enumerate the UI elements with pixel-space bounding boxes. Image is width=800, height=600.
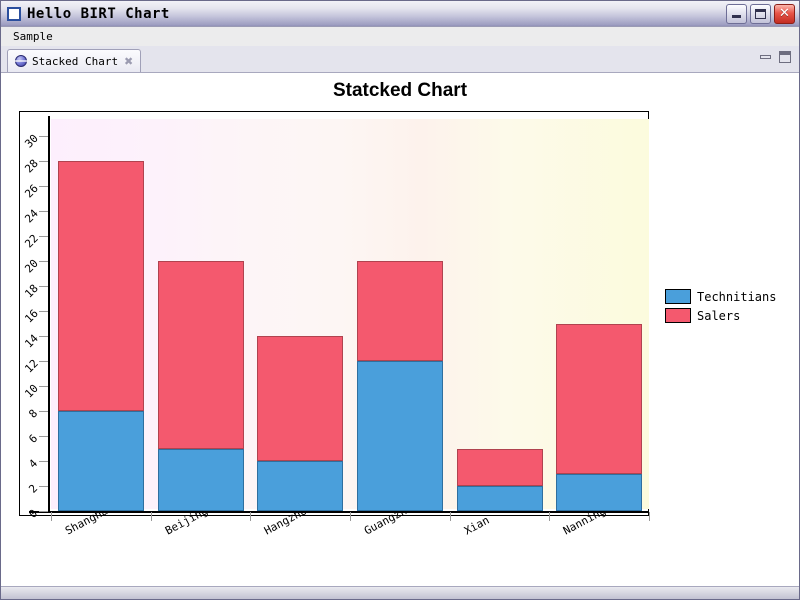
globe-icon — [15, 55, 27, 67]
bar-segment[interactable] — [356, 361, 443, 511]
legend-label: Technitians — [697, 289, 777, 304]
y-axis-tick: 6 — [27, 432, 48, 446]
chart-canvas: Statcked Chart 0 2 4 6 8 10 12 14 16 18 20 22 24 26 28… — [1, 73, 799, 586]
chart-title: Statcked Chart — [332, 80, 468, 101]
legend-color-swatch — [665, 289, 691, 304]
y-axis-tick: 24 — [22, 207, 48, 225]
window-maximize-button[interactable] — [750, 3, 771, 24]
y-axis-tick: 28 — [22, 157, 48, 175]
bar-segment[interactable] — [157, 448, 244, 511]
chart-legend: Technitians Salers — [665, 289, 776, 323]
bar-segment[interactable] — [456, 486, 543, 511]
app-square-icon — [7, 6, 21, 21]
x-axis-line — [29, 511, 649, 513]
legend-label: Salers — [697, 308, 741, 323]
bar-segment[interactable] — [257, 461, 344, 511]
bar-segment[interactable] — [157, 261, 244, 449]
status-strip — [1, 586, 799, 599]
close-icon: ✕ — [779, 6, 790, 21]
bar-segment[interactable] — [57, 411, 144, 511]
y-axis-tick: 16 — [22, 307, 48, 325]
y-axis-tick: 10 — [22, 382, 48, 400]
maximize-icon — [755, 8, 766, 19]
tab-stacked-chart[interactable]: Stacked Chart ✖ — [7, 49, 142, 72]
bar-group[interactable] — [556, 136, 643, 511]
y-axis-tick: 8 — [27, 407, 48, 421]
bar-segment[interactable] — [356, 261, 443, 361]
legend-entry[interactable]: Technitians — [665, 289, 776, 304]
y-axis-tick: 30 — [22, 132, 48, 150]
bar-segment[interactable] — [257, 336, 344, 461]
x-axis-tick — [350, 512, 351, 521]
y-axis-tick: 0 — [27, 507, 48, 521]
view-control-buttons — [760, 51, 791, 63]
window-minimize-button[interactable] — [726, 3, 747, 24]
x-axis-tick — [449, 512, 451, 521]
view-minimize-icon[interactable] — [760, 55, 771, 59]
y-axis-tick: 12 — [22, 357, 48, 375]
y-axis-tick: 14 — [22, 332, 48, 350]
tab-close-icon[interactable]: ✖ — [123, 56, 134, 67]
bar-group[interactable] — [456, 136, 543, 511]
legend-entry[interactable]: Salers — [665, 308, 776, 323]
bar-segment[interactable] — [57, 161, 144, 411]
x-axis-tick — [51, 512, 52, 521]
bar-segment[interactable] — [556, 323, 643, 474]
bar-segment[interactable] — [556, 473, 643, 511]
x-axis-tick — [150, 512, 152, 521]
tab-label: Stacked Chart — [32, 54, 119, 68]
application-window: Hello BIRT Chart ✕ Sample Stacked Chart … — [0, 0, 800, 600]
y-axis-tick: 20 — [22, 257, 48, 275]
x-axis-tick — [649, 512, 650, 521]
y-axis-tick: 22 — [22, 232, 48, 250]
minimize-icon — [732, 15, 741, 18]
menu-item-sample[interactable]: Sample — [9, 29, 57, 44]
menu-bar: Sample — [1, 27, 799, 46]
bar-group[interactable] — [157, 136, 244, 511]
legend-color-swatch — [665, 308, 691, 323]
x-axis-tick — [549, 512, 551, 521]
y-axis-tick: 26 — [22, 182, 48, 200]
x-axis-tick — [250, 512, 252, 521]
view-maximize-icon[interactable] — [779, 51, 791, 63]
bar-group[interactable] — [356, 136, 443, 511]
window-title: Hello BIRT Chart — [27, 5, 170, 22]
window-close-button[interactable]: ✕ — [774, 3, 795, 24]
window-title-bar: Hello BIRT Chart ✕ — [1, 1, 799, 27]
bar-group[interactable] — [257, 136, 344, 511]
tab-strip: Stacked Chart ✖ — [1, 46, 799, 73]
bar-segment[interactable] — [456, 448, 543, 486]
y-axis-line — [48, 116, 50, 512]
bar-group[interactable] — [57, 136, 144, 511]
y-axis-tick: 4 — [27, 457, 48, 471]
y-axis-tick: 2 — [27, 482, 48, 496]
y-axis-tick: 18 — [22, 282, 48, 300]
x-axis-category-label: Xian — [461, 513, 492, 538]
